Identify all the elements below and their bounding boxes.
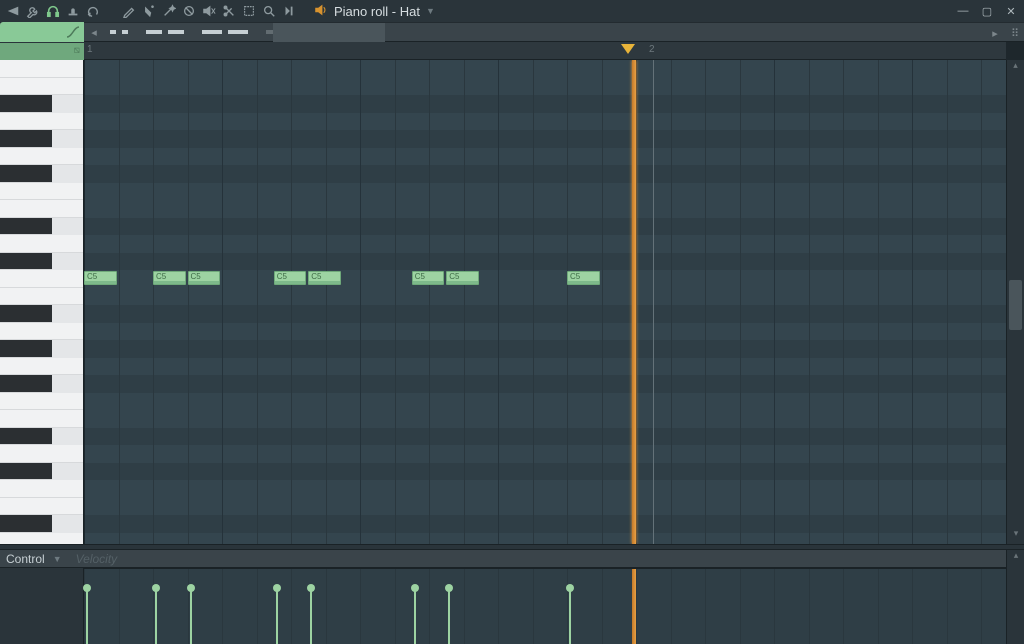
bar-divider bbox=[653, 60, 654, 544]
velocity-stem[interactable] bbox=[569, 588, 571, 644]
playhead bbox=[632, 569, 636, 644]
control-param[interactable]: Velocity bbox=[76, 552, 118, 566]
piano-keyboard[interactable]: C6 C5 bbox=[0, 60, 84, 544]
midi-note[interactable]: C5 bbox=[153, 271, 186, 285]
scroll-down-button[interactable]: ▾ bbox=[1007, 528, 1024, 544]
midi-note[interactable]: C5 bbox=[412, 271, 445, 285]
snap-scroll-right[interactable]: ▸ bbox=[986, 23, 1004, 43]
select-icon[interactable] bbox=[242, 4, 256, 18]
velocity-stem[interactable] bbox=[86, 588, 88, 644]
scroll-thumb[interactable] bbox=[1009, 280, 1022, 330]
stamp-icon[interactable] bbox=[66, 4, 80, 18]
toolbar bbox=[6, 4, 296, 18]
velocity-stem[interactable] bbox=[190, 588, 192, 644]
velocity-stem[interactable] bbox=[276, 588, 278, 644]
note-grid[interactable]: C5C5C5C5C5C5C5C5 bbox=[84, 60, 1024, 544]
maximize-button[interactable]: ▢ bbox=[980, 5, 994, 18]
scroll-up-button[interactable]: ▴ bbox=[1007, 550, 1024, 561]
wrench-icon[interactable] bbox=[26, 4, 40, 18]
timeline-ruler[interactable]: 1 2 bbox=[84, 42, 1006, 60]
velocity-lane[interactable] bbox=[84, 568, 1006, 644]
velocity-stem[interactable] bbox=[310, 588, 312, 644]
vertical-scrollbar[interactable]: ▴ ▾ bbox=[1006, 60, 1024, 544]
window-title: Piano roll - Hat bbox=[334, 4, 420, 19]
slice-icon[interactable] bbox=[222, 4, 236, 18]
velocity-scrollbar[interactable]: ▴ bbox=[1006, 550, 1024, 644]
snap-bar: ◂ ▸ ⠿ bbox=[0, 22, 1024, 42]
snap-options-icon[interactable]: ⠿ bbox=[1010, 28, 1020, 38]
channel-tab[interactable] bbox=[0, 22, 84, 42]
playhead[interactable] bbox=[632, 60, 636, 544]
midi-note[interactable]: C5 bbox=[446, 271, 479, 285]
midi-note[interactable]: C5 bbox=[274, 271, 307, 285]
midi-note[interactable]: C5 bbox=[188, 271, 221, 285]
velocity-stem[interactable] bbox=[414, 588, 416, 644]
title-bar: Piano roll - Hat ▼ — ▢ ✕ bbox=[0, 0, 1024, 22]
velocity-stem[interactable] bbox=[448, 588, 450, 644]
velocity-stem[interactable] bbox=[155, 588, 157, 644]
close-button[interactable]: ✕ bbox=[1004, 5, 1018, 18]
control-dropdown-icon[interactable]: ▼ bbox=[53, 554, 62, 564]
control-label: Control bbox=[6, 552, 45, 566]
scroll-up-button[interactable]: ▴ bbox=[1007, 60, 1024, 76]
snap-selection[interactable] bbox=[273, 23, 385, 43]
bar-number: 1 bbox=[87, 44, 93, 55]
playhead-marker[interactable] bbox=[621, 44, 635, 54]
title-section: Piano roll - Hat ▼ bbox=[314, 3, 435, 20]
speaker-icon[interactable] bbox=[314, 3, 328, 20]
headphones-icon[interactable] bbox=[46, 4, 60, 18]
control-bar: Control ▼ Velocity bbox=[0, 550, 1006, 568]
mute-icon[interactable] bbox=[202, 4, 216, 18]
velocity-gutter bbox=[0, 568, 84, 644]
minimize-button[interactable]: — bbox=[956, 5, 970, 18]
zoom-icon[interactable] bbox=[262, 4, 276, 18]
play-icon[interactable] bbox=[282, 4, 296, 18]
draw-icon[interactable] bbox=[122, 4, 136, 18]
title-dropdown-icon[interactable]: ▼ bbox=[426, 6, 435, 16]
main-area: C6 C5 C5C5C5C5C5C5C5C5 bbox=[0, 60, 1024, 544]
midi-note[interactable]: C5 bbox=[84, 271, 117, 285]
midi-note[interactable]: C5 bbox=[308, 271, 341, 285]
undo-icon[interactable] bbox=[86, 4, 100, 18]
channel-indicator[interactable]: ⧅ bbox=[0, 42, 84, 60]
bar-number: 2 bbox=[649, 44, 655, 55]
window-controls: — ▢ ✕ bbox=[956, 5, 1018, 18]
paint-icon[interactable] bbox=[142, 4, 156, 18]
disable-icon[interactable] bbox=[182, 4, 196, 18]
wand-icon[interactable] bbox=[162, 4, 176, 18]
midi-note[interactable]: C5 bbox=[567, 271, 600, 285]
pattern-hash-icon: ⧅ bbox=[74, 45, 80, 56]
menu-icon[interactable] bbox=[6, 4, 20, 18]
snap-scroll-left[interactable]: ◂ bbox=[84, 26, 104, 39]
